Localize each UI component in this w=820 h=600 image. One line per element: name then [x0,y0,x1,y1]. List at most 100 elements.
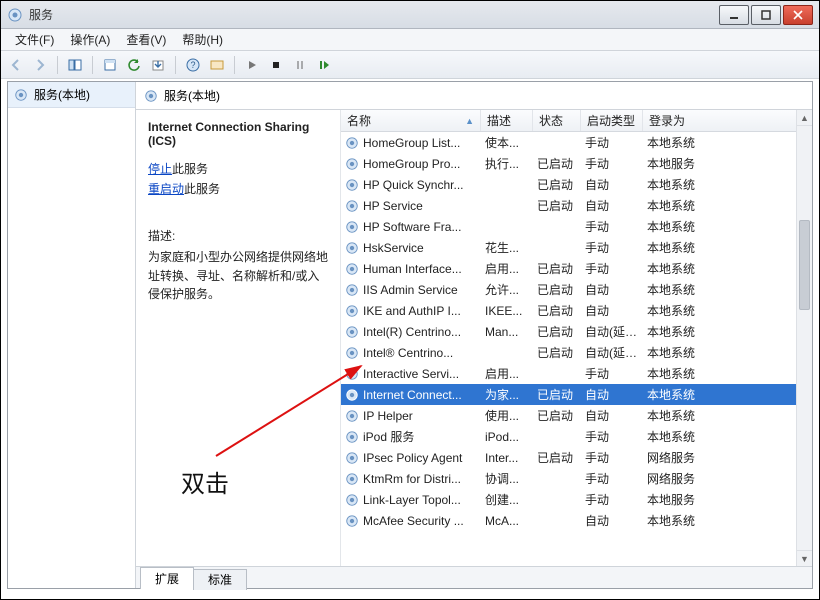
cell-startup: 手动 [581,491,643,508]
menu-action[interactable]: 操作(A) [62,31,118,48]
col-startup[interactable]: 启动类型 [581,110,643,131]
bottom-tabs: 扩展 标准 [136,566,812,588]
table-row[interactable]: Internet Connect...为家...已启动自动本地系统 [341,384,812,405]
cell-startup: 手动 [581,134,643,151]
cell-desc: 使本... [481,134,533,151]
svg-text:?: ? [190,60,195,70]
table-row[interactable]: HP Software Fra...手动本地系统 [341,216,812,237]
cell-desc: 协调... [481,470,533,487]
gear-icon [345,220,359,234]
close-button[interactable] [783,5,813,25]
table-row[interactable]: HskService花生...手动本地系统 [341,237,812,258]
table-row[interactable]: HomeGroup Pro...执行...已启动手动本地服务 [341,153,812,174]
col-name[interactable]: 名称▲ [341,110,481,131]
scroll-up-icon[interactable]: ▲ [797,110,812,126]
vertical-scrollbar[interactable]: ▲ ▼ [796,110,812,566]
cell-state: 已启动 [533,407,581,424]
restart-link[interactable]: 重启动 [148,182,184,196]
cell-logon: 本地服务 [643,491,812,508]
col-logon[interactable]: 登录为 [643,110,812,131]
cell-state: 已启动 [533,302,581,319]
restart-service-button[interactable] [313,54,335,76]
gear-icon [345,136,359,150]
menu-view[interactable]: 查看(V) [118,31,174,48]
cell-state: 已启动 [533,281,581,298]
tab-extended[interactable]: 扩展 [140,567,194,589]
table-row[interactable]: Intel® Centrino...已启动自动(延迟...本地系统 [341,342,812,363]
cell-state: 已启动 [533,176,581,193]
cell-state: 已启动 [533,260,581,277]
cell-name: HP Software Fra... [363,220,461,234]
cell-logon: 本地系统 [643,197,812,214]
cell-startup: 手动 [581,239,643,256]
cell-logon: 本地系统 [643,239,812,256]
table-row[interactable]: IKE and AuthIP I...IKEE...已启动自动本地系统 [341,300,812,321]
table-row[interactable]: KtmRm for Distri...协调...手动网络服务 [341,468,812,489]
cell-logon: 本地系统 [643,386,812,403]
cell-name: Intel(R) Centrino... [363,325,461,339]
pause-service-button[interactable] [289,54,311,76]
col-desc[interactable]: 描述 [481,110,533,131]
maximize-button[interactable] [751,5,781,25]
cell-name: Intel® Centrino... [363,346,453,360]
table-row[interactable]: Human Interface...启用...已启动手动本地系统 [341,258,812,279]
cell-name: McAfee Security ... [363,514,464,528]
gear-icon [14,88,28,102]
window-frame: 服务 文件(F) 操作(A) 查看(V) 帮助(H) ? [0,0,820,600]
cell-startup: 手动 [581,260,643,277]
tab-standard[interactable]: 标准 [193,569,247,590]
cell-name: IPsec Policy Agent [363,451,462,465]
back-button[interactable] [5,54,27,76]
show-hide-tree-button[interactable] [64,54,86,76]
export-button[interactable] [147,54,169,76]
table-row[interactable]: IIS Admin Service允许...已启动自动本地系统 [341,279,812,300]
help-button[interactable]: ? [182,54,204,76]
table-row[interactable]: HomeGroup List...使本...手动本地系统 [341,132,812,153]
table-row[interactable]: IPsec Policy AgentInter...已启动手动网络服务 [341,447,812,468]
cell-logon: 本地系统 [643,407,812,424]
msconfig-button[interactable] [206,54,228,76]
stop-link[interactable]: 停止 [148,162,172,176]
menu-file[interactable]: 文件(F) [7,31,62,48]
scroll-thumb[interactable] [799,220,810,310]
cell-startup: 手动 [581,428,643,445]
table-row[interactable]: Link-Layer Topol...创建...手动本地服务 [341,489,812,510]
cell-startup: 自动 [581,197,643,214]
gear-icon [345,304,359,318]
gear-icon [345,493,359,507]
table-row[interactable]: Intel(R) Centrino...Man...已启动自动(延迟...本地系… [341,321,812,342]
details-header: 服务(本地) [136,82,812,110]
minimize-button[interactable] [719,5,749,25]
cell-desc: 为家... [481,386,533,403]
toolbar-separator [92,56,93,74]
cell-name: iPod 服务 [363,428,414,445]
cell-logon: 本地系统 [643,512,812,529]
selected-service-title: Internet Connection Sharing (ICS) [148,120,328,148]
menu-help[interactable]: 帮助(H) [174,31,231,48]
cell-logon: 本地系统 [643,134,812,151]
gear-icon [345,283,359,297]
cell-logon: 本地系统 [643,428,812,445]
nav-root-item[interactable]: 服务(本地) [8,82,135,108]
table-row[interactable]: IP Helper使用...已启动自动本地系统 [341,405,812,426]
table-row[interactable]: iPod 服务iPod...手动本地系统 [341,426,812,447]
gear-icon [345,325,359,339]
table-row[interactable]: Interactive Servi...启用...手动本地系统 [341,363,812,384]
col-state[interactable]: 状态 [533,110,581,131]
cell-logon: 本地系统 [643,323,812,340]
table-row[interactable]: HP Service已启动自动本地系统 [341,195,812,216]
table-row[interactable]: McAfee Security ...McA...自动本地系统 [341,510,812,531]
stop-service-button[interactable] [265,54,287,76]
cell-startup: 自动 [581,281,643,298]
refresh-button[interactable] [123,54,145,76]
toolbar-separator [175,56,176,74]
table-row[interactable]: HP Quick Synchr...已启动自动本地系统 [341,174,812,195]
start-service-button[interactable] [241,54,263,76]
toolbar-separator [57,56,58,74]
gear-icon [345,514,359,528]
scroll-down-icon[interactable]: ▼ [797,550,812,566]
cell-desc: 执行... [481,155,533,172]
properties-button[interactable] [99,54,121,76]
window-title: 服务 [29,6,717,23]
forward-button[interactable] [29,54,51,76]
